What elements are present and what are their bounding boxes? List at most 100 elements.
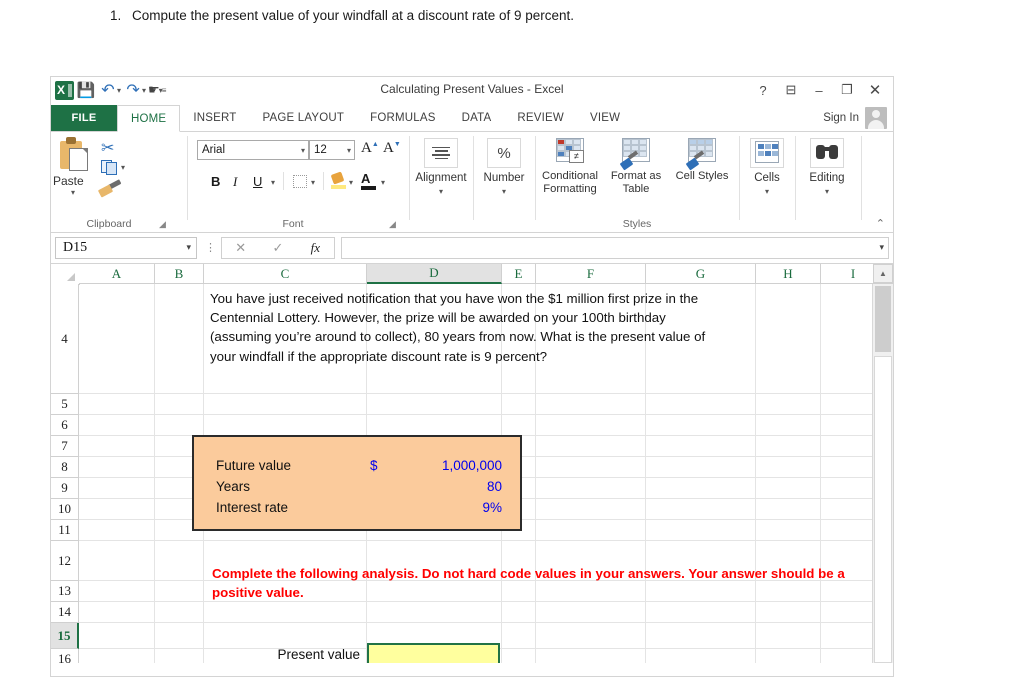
expand-formula-bar-icon[interactable]: ▾ [879,242,884,253]
row-header-15[interactable]: 15 [51,623,79,649]
column-header-e[interactable]: E [502,264,536,284]
tab-view[interactable]: VIEW [577,105,633,131]
tab-home[interactable]: HOME [117,105,181,132]
input-label-interest-rate: Interest rate [216,500,289,515]
find-binoculars-icon [810,138,844,168]
tab-data[interactable]: DATA [449,105,505,131]
problem-statement-cell[interactable]: You have just received notification that… [210,289,720,366]
row-header-4[interactable]: 4 [51,284,79,394]
row-header-13[interactable]: 13 [51,581,79,602]
copy-icon[interactable] [101,160,118,175]
alignment-button[interactable]: Alignment ▾ [411,136,471,224]
font-dialog-launcher[interactable]: ◢ [389,220,398,229]
format-as-table-button[interactable]: Format as Table [603,136,669,226]
column-header-f[interactable]: F [536,264,646,284]
restore-button[interactable]: ❐ [833,79,861,101]
cells-dropdown-icon[interactable]: ▾ [741,187,793,196]
font-size-input[interactable]: 12 ▾ [309,140,355,160]
editing-dropdown-icon[interactable]: ▾ [797,187,857,196]
formula-input[interactable]: ▾ [341,237,889,259]
number-button[interactable]: % Number ▾ [475,136,533,224]
font-size-dropdown-icon[interactable]: ▾ [347,146,351,155]
format-painter-icon[interactable] [97,179,122,198]
bold-button[interactable]: B [211,174,220,189]
cancel-formula-icon[interactable]: ✕ [222,238,259,258]
cells-button[interactable]: Cells ▾ [741,136,793,224]
paste-dropdown-icon[interactable]: ▾ [71,188,75,197]
column-header-b[interactable]: B [155,264,204,284]
row-header-5[interactable]: 5 [51,394,79,415]
copy-dropdown-icon[interactable]: ▾ [121,163,125,172]
clipboard-dialog-launcher[interactable]: ◢ [159,220,168,229]
cell-styles-button[interactable]: Cell Styles [669,136,735,226]
column-header-c[interactable]: C [204,264,367,284]
name-box[interactable]: D15 ▾ [55,237,197,259]
input-row-years[interactable]: Years 80 [194,479,520,500]
tab-insert[interactable]: INSERT [180,105,249,131]
borders-dropdown-icon[interactable]: ▾ [311,178,315,187]
scrollbar-track[interactable] [874,356,892,663]
cell-area[interactable]: You have just received notification that… [79,284,873,663]
borders-icon[interactable] [293,175,307,188]
row-header-12[interactable]: 12 [51,541,79,581]
input-row-future-value[interactable]: Future value $ 1,000,000 [194,458,520,479]
row-header-8[interactable]: 8 [51,457,79,478]
row-header-9[interactable]: 9 [51,478,79,499]
decrease-font-size-icon[interactable]: A▼ [383,140,401,157]
underline-button[interactable]: U [253,174,262,189]
row-header-7[interactable]: 7 [51,436,79,457]
number-dropdown-icon[interactable]: ▾ [475,187,533,196]
sign-in-link[interactable]: Sign In [823,105,859,131]
column-header-a[interactable]: A [79,264,155,284]
name-box-dropdown-icon[interactable]: ▾ [186,242,191,253]
row-header-6[interactable]: 6 [51,415,79,436]
fill-color-dropdown-icon[interactable]: ▾ [349,178,353,187]
format-as-table-label: Format as Table [610,170,662,195]
input-value-years: 80 [486,479,502,494]
avatar[interactable] [865,107,887,129]
conditional-formatting-button[interactable]: ≠ Conditional Formatting [537,136,603,226]
vertical-scrollbar[interactable]: ▲ [872,264,893,663]
selected-cell-d15[interactable] [367,643,500,663]
row-header-14[interactable]: 14 [51,602,79,623]
tab-formulas[interactable]: FORMULAS [357,105,449,131]
paste-button[interactable]: Paste [53,174,84,188]
ribbon-group-number: % Number ▾ [475,132,533,232]
scrollbar-thumb[interactable] [875,286,891,352]
italic-button[interactable]: I [233,174,237,190]
tab-review[interactable]: REVIEW [504,105,577,131]
scroll-up-arrow-icon[interactable]: ▲ [873,264,893,283]
column-header-h[interactable]: H [756,264,821,284]
font-name-dropdown-icon[interactable]: ▾ [301,146,305,155]
collapse-ribbon-icon[interactable]: ⌃ [876,217,885,230]
formula-bar-buttons: ✕ ✓ fx [221,237,335,259]
font-color-icon[interactable]: A [361,171,376,190]
column-header-d[interactable]: D [367,264,502,284]
row-header-10[interactable]: 10 [51,499,79,520]
select-all-corner[interactable] [51,264,80,285]
editing-button[interactable]: Editing ▾ [797,136,857,224]
paste-icon[interactable] [60,137,90,171]
row-header-16[interactable]: 16 [51,649,79,663]
tab-page-layout[interactable]: PAGE LAYOUT [249,105,357,131]
help-button[interactable]: ? [749,79,777,101]
underline-dropdown-icon[interactable]: ▾ [271,178,275,187]
fill-color-icon[interactable] [330,171,346,189]
input-data-box[interactable]: Future value $ 1,000,000 Years 80 Intere… [192,435,522,531]
font-color-dropdown-icon[interactable]: ▾ [381,178,385,187]
enter-formula-icon[interactable]: ✓ [259,238,296,258]
tab-file[interactable]: FILE [51,105,117,131]
input-row-interest-rate[interactable]: Interest rate 9% [194,500,520,521]
column-header-g[interactable]: G [646,264,756,284]
minimize-button[interactable]: – [805,79,833,101]
close-button[interactable]: ✕ [861,79,889,101]
increase-font-size-icon[interactable]: A▲ [361,140,379,157]
group-separator-2 [409,136,410,220]
insert-function-icon[interactable]: fx [297,238,334,258]
window-controls: ? ⊟ – ❐ ✕ [749,79,889,101]
font-name-input[interactable]: Arial ▾ [197,140,309,160]
cut-icon[interactable]: ✂ [101,138,114,158]
ribbon-display-options-icon[interactable]: ⊟ [777,79,805,101]
alignment-dropdown-icon[interactable]: ▾ [411,187,471,196]
row-header-11[interactable]: 11 [51,520,79,541]
